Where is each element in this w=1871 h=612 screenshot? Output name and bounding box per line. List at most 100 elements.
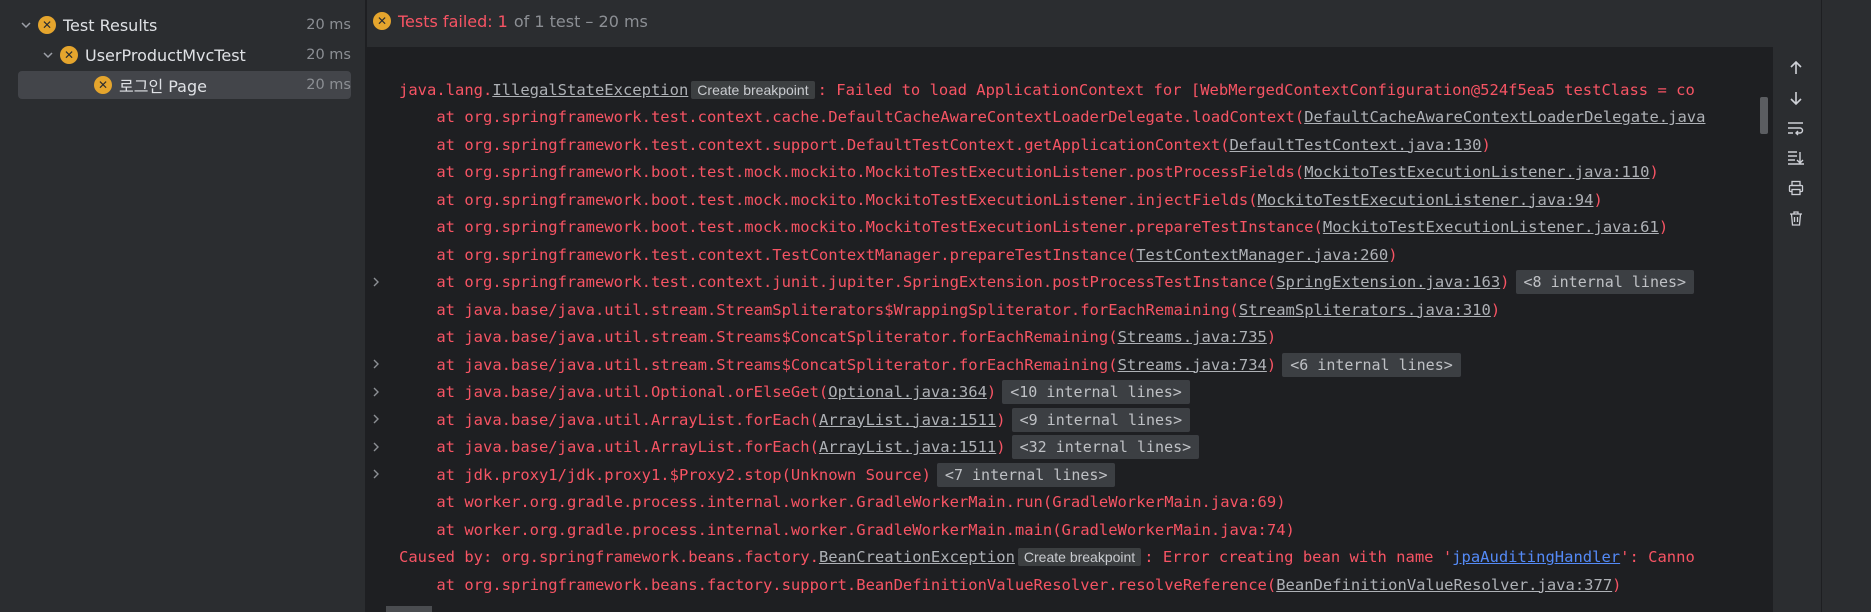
- console-line: at org.springframework.test.context.supp…: [367, 131, 1491, 158]
- trash-icon[interactable]: [1785, 207, 1807, 229]
- soft-wrap-icon[interactable]: [1785, 117, 1807, 139]
- bean-link[interactable]: jpaAuditingHandler: [1452, 548, 1620, 566]
- console-line: at java.base/java.util.stream.Streams$Co…: [367, 324, 1276, 351]
- stack-text: : Failed to load ApplicationContext for …: [817, 80, 1695, 99]
- console-output[interactable]: java.lang. IllegalStateException Create br…: [367, 47, 1773, 612]
- source-link[interactable]: Streams.java:734: [1118, 356, 1267, 374]
- stack-text: at org.springframework.test.context.juni…: [399, 273, 1277, 291]
- stack-text: ): [1266, 355, 1277, 374]
- console-line: Caused by: org.springframework.beans.fac…: [367, 544, 1695, 571]
- stack-text: at worker.org.gradle.process.internal.wo…: [399, 493, 1286, 511]
- internal-lines-fold[interactable]: <9 internal lines>: [1011, 407, 1191, 432]
- arrow-up-icon[interactable]: [1785, 57, 1807, 79]
- stack-text: at java.base/java.util.stream.StreamSpli…: [399, 300, 1239, 319]
- expand-chevron-icon[interactable]: [367, 273, 385, 292]
- source-link[interactable]: SpringExtension.java:163: [1276, 273, 1500, 291]
- vertical-scrollbar[interactable]: [1760, 97, 1768, 134]
- stack-text: ): [1481, 135, 1491, 154]
- console-line: at org.springframework.test.context.juni…: [367, 269, 1695, 296]
- stack-text: ': Canno: [1620, 548, 1695, 566]
- stack-text: at java.base/java.util.stream.Streams$Co…: [399, 355, 1118, 374]
- console-line: at java.base/java.util.ArrayList.forEach…: [367, 434, 1200, 461]
- horizontal-scrollbar[interactable]: [386, 606, 432, 612]
- console-line: at org.springframework.boot.test.mock.mo…: [367, 186, 1603, 213]
- stack-text: at jdk.proxy1/jdk.proxy1.$Proxy2.stop(Un…: [399, 465, 931, 484]
- tree-item-label: Test Results: [63, 15, 158, 35]
- stack-text: ): [1500, 273, 1510, 291]
- panel-divider: [1821, 0, 1822, 612]
- source-link[interactable]: DefaultTestContext.java:130: [1230, 136, 1482, 154]
- stack-text: java.lang.: [399, 80, 493, 99]
- expand-chevron-icon[interactable]: [367, 410, 385, 429]
- duration-label: 20 ms: [306, 17, 351, 33]
- status-failed-label: Tests failed:: [398, 11, 493, 31]
- stack-text: at org.springframework.boot.test.mock.mo…: [399, 218, 1323, 236]
- stack-text: at java.base/java.util.ArrayList.forEach…: [399, 438, 819, 456]
- test-failed-icon: ✕: [94, 76, 112, 94]
- internal-lines-fold[interactable]: <32 internal lines>: [1011, 435, 1200, 459]
- source-link[interactable]: ArrayList.java:1511: [819, 438, 996, 456]
- console-toolbar: [1773, 47, 1871, 612]
- status-summary: of 1 test – 20 ms: [513, 11, 648, 31]
- stack-text: at org.springframework.test.context.Test…: [399, 245, 1137, 264]
- expand-chevron-icon[interactable]: [367, 355, 385, 374]
- source-link[interactable]: Streams.java:735: [1118, 328, 1267, 346]
- tree-item-suite[interactable]: ✕ UserProductMvcTest 20 ms: [18, 41, 351, 69]
- stack-text: ): [996, 438, 1006, 456]
- stack-text: at org.springframework.test.context.cach…: [399, 108, 1305, 126]
- internal-lines-fold[interactable]: <8 internal lines>: [1515, 270, 1695, 294]
- chevron-down-icon[interactable]: [18, 17, 34, 33]
- source-link[interactable]: MockitoTestExecutionListener.java:110: [1304, 163, 1649, 181]
- create-breakpoint-button[interactable]: Create breakpoint: [1017, 548, 1142, 566]
- console-line: at worker.org.gradle.process.internal.wo…: [367, 516, 1295, 543]
- stack-text: ): [1593, 190, 1603, 209]
- stack-text: at worker.org.gradle.process.internal.wo…: [399, 520, 1295, 539]
- console-line: at org.springframework.beans.factory.sup…: [367, 571, 1622, 598]
- expand-chevron-icon[interactable]: [367, 383, 385, 402]
- source-link[interactable]: TestContextManager.java:260: [1136, 246, 1388, 264]
- chevron-down-icon[interactable]: [40, 47, 56, 63]
- source-link[interactable]: ArrayList.java:1511: [819, 411, 996, 429]
- tree-item-label: 로그인 Page: [119, 77, 207, 96]
- stack-text: : Error creating bean with name ': [1144, 548, 1453, 566]
- stack-text: at java.base/java.util.ArrayList.forEach…: [399, 410, 819, 429]
- console-line: at java.base/java.util.stream.Streams$Co…: [367, 351, 1461, 378]
- source-link[interactable]: BeanDefinitionValueResolver.java:377: [1276, 576, 1612, 594]
- console-line: at jdk.proxy1/jdk.proxy1.$Proxy2.stop(Un…: [367, 461, 1116, 488]
- source-link[interactable]: StreamSpliterators.java:310: [1239, 301, 1491, 319]
- internal-lines-fold[interactable]: <6 internal lines>: [1282, 352, 1461, 377]
- stack-text: at org.springframework.test.context.supp…: [399, 135, 1230, 154]
- tree-item-test[interactable]: ✕ 로그인 Page 20 ms: [18, 71, 351, 99]
- test-failed-icon: ✕: [38, 16, 56, 34]
- console-line: at java.base/java.util.ArrayList.forEach…: [367, 406, 1191, 433]
- tree-item-test-results[interactable]: ✕ Test Results 20 ms: [18, 11, 351, 39]
- expand-chevron-icon[interactable]: [367, 438, 385, 457]
- stack-text: at java.base/java.util.stream.Streams$Co…: [399, 328, 1118, 346]
- test-failed-icon: ✕: [60, 46, 78, 64]
- expand-chevron-icon[interactable]: [367, 465, 385, 484]
- source-link[interactable]: IllegalStateException: [492, 81, 688, 99]
- stack-text: ): [1658, 218, 1669, 236]
- stack-text: ): [1649, 163, 1659, 181]
- scroll-to-end-icon[interactable]: [1785, 147, 1807, 169]
- console-line: at org.springframework.test.context.cach…: [367, 104, 1705, 131]
- internal-lines-fold[interactable]: <10 internal lines>: [1002, 380, 1190, 404]
- stack-text: at java.base/java.util.Optional.orElseGe…: [399, 383, 829, 401]
- internal-lines-fold[interactable]: <7 internal lines>: [936, 462, 1116, 487]
- source-link[interactable]: MockitoTestExecutionListener.java:94: [1258, 191, 1594, 209]
- print-icon[interactable]: [1785, 177, 1807, 199]
- test-results-tree: ✕ Test Results 20 ms ✕ UserProductMvcTes…: [0, 0, 366, 612]
- create-breakpoint-button[interactable]: Create breakpoint: [691, 80, 815, 99]
- source-link[interactable]: MockitoTestExecutionListener.java:61: [1323, 218, 1659, 236]
- console-line: at java.base/java.util.Optional.orElseGe…: [367, 379, 1190, 406]
- stack-text: ): [1490, 300, 1501, 319]
- duration-label: 20 ms: [306, 47, 351, 63]
- source-link[interactable]: DefaultCacheAwareContextLoaderDelegate.j…: [1304, 108, 1705, 126]
- stack-text: at org.springframework.boot.test.mock.mo…: [399, 190, 1258, 209]
- stack-text: at org.springframework.beans.factory.sup…: [399, 575, 1277, 594]
- stack-text: Caused by: org.springframework.beans.fac…: [399, 548, 819, 566]
- arrow-down-icon[interactable]: [1785, 87, 1807, 109]
- stack-text: ): [1612, 575, 1622, 594]
- source-link[interactable]: Optional.java:364: [828, 383, 987, 401]
- source-link[interactable]: BeanCreationException: [819, 548, 1015, 566]
